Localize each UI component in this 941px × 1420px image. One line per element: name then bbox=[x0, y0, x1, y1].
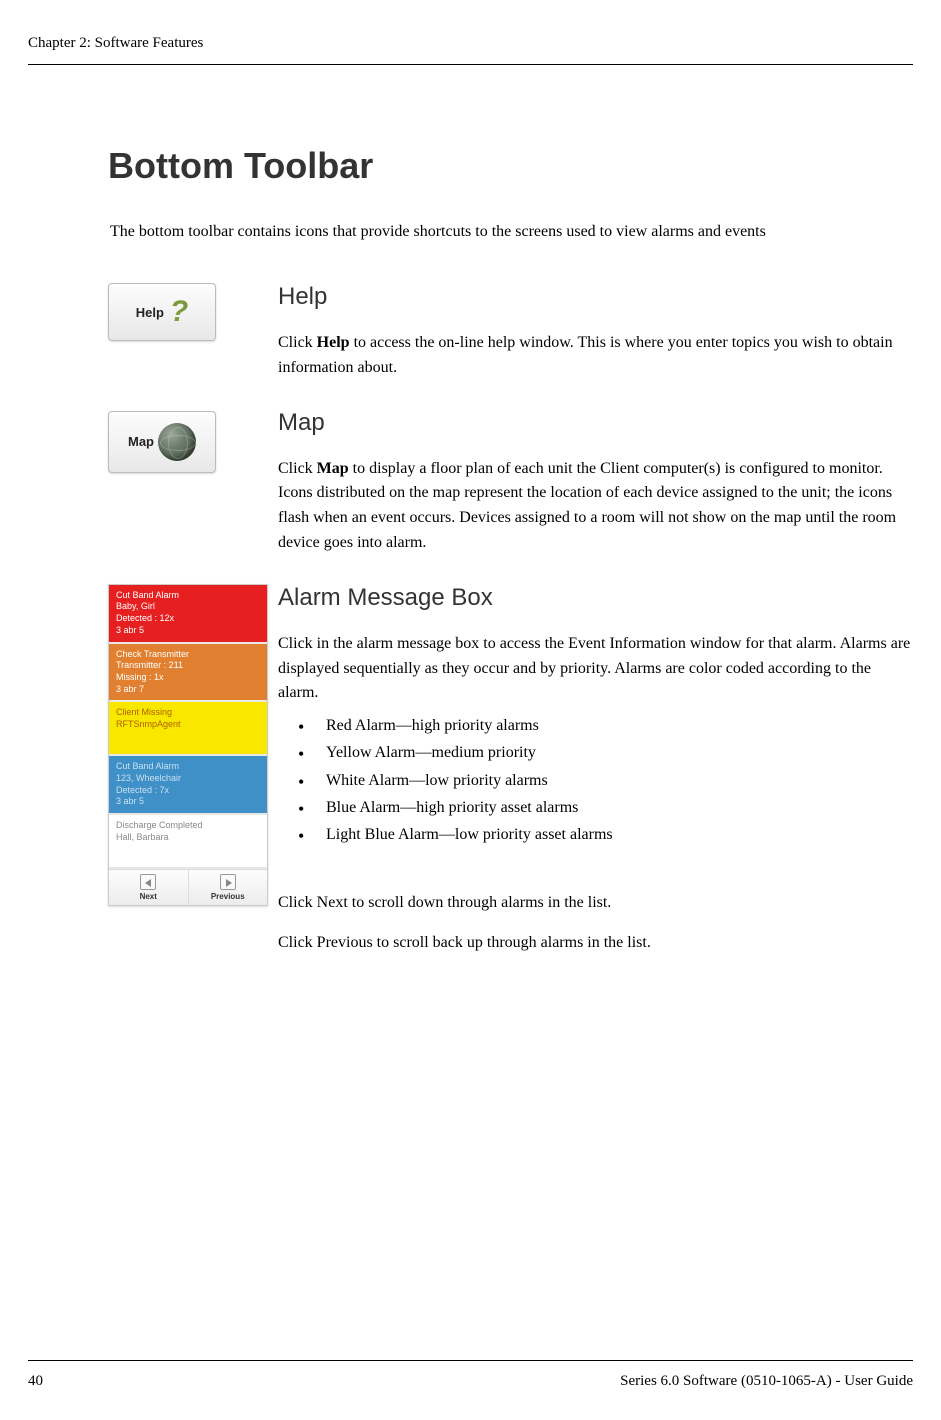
previous-icon bbox=[220, 874, 236, 890]
alarm-item-orange[interactable]: Check Transmitter Transmitter : 211 Miss… bbox=[109, 644, 267, 703]
next-icon bbox=[140, 874, 156, 890]
alarm-next-text: Click Next to scroll down through alarms… bbox=[278, 890, 913, 916]
map-text: Click Map to display a floor plan of eac… bbox=[278, 457, 913, 556]
map-button-label: Map bbox=[128, 434, 154, 449]
page-number: 40 bbox=[28, 1373, 43, 1390]
alarm-previous-button[interactable]: Previous bbox=[189, 870, 268, 905]
page-title: Bottom Toolbar bbox=[108, 145, 913, 187]
intro-text: The bottom toolbar contains icons that p… bbox=[108, 223, 913, 241]
list-item: White Alarm—low priority alarms bbox=[298, 767, 913, 794]
alarm-intro: Click in the alarm message box to access… bbox=[278, 632, 913, 706]
alarm-item-white[interactable]: Discharge Completed Hall, Barbara bbox=[109, 815, 267, 869]
footer-right: Series 6.0 Software (0510-1065-A) - User… bbox=[620, 1373, 913, 1390]
alarm-bullet-list: Red Alarm—high priority alarms Yellow Al… bbox=[278, 712, 913, 848]
alarm-item-blue[interactable]: Cut Band Alarm 123, Wheelchair Detected … bbox=[109, 756, 267, 815]
alarm-previous-text: Click Previous to scroll back up through… bbox=[278, 930, 913, 956]
list-item: Red Alarm—high priority alarms bbox=[298, 712, 913, 739]
help-heading: Help bbox=[278, 283, 913, 311]
alarm-item-yellow[interactable]: Client Missing RFTSnmpAgent bbox=[109, 702, 267, 756]
map-section: Map Map Click Map to display a floor pla… bbox=[108, 409, 913, 556]
list-item: Yellow Alarm—medium priority bbox=[298, 739, 913, 766]
chapter-header: Chapter 2: Software Features bbox=[28, 35, 913, 65]
help-text: Click Help to access the on-line help wi… bbox=[278, 331, 913, 381]
alarm-section: Cut Band Alarm Baby, Girl Detected : 12x… bbox=[108, 584, 913, 970]
alarm-heading: Alarm Message Box bbox=[278, 584, 913, 612]
map-heading: Map bbox=[278, 409, 913, 437]
map-button[interactable]: Map bbox=[108, 411, 216, 473]
help-button[interactable]: Help ? bbox=[108, 283, 216, 341]
list-item: Light Blue Alarm—low priority asset alar… bbox=[298, 821, 913, 848]
help-button-label: Help bbox=[136, 305, 164, 320]
page-footer: 40 Series 6.0 Software (0510-1065-A) - U… bbox=[28, 1360, 913, 1390]
help-section: Help ? Help Click Help to access the on-… bbox=[108, 283, 913, 381]
alarm-message-box[interactable]: Cut Band Alarm Baby, Girl Detected : 12x… bbox=[108, 584, 268, 906]
globe-icon bbox=[158, 423, 196, 461]
question-mark-icon: ? bbox=[170, 295, 188, 329]
alarm-nav: Next Previous bbox=[109, 869, 267, 905]
list-item: Blue Alarm—high priority asset alarms bbox=[298, 794, 913, 821]
alarm-item-red[interactable]: Cut Band Alarm Baby, Girl Detected : 12x… bbox=[109, 585, 267, 644]
alarm-next-button[interactable]: Next bbox=[109, 870, 189, 905]
